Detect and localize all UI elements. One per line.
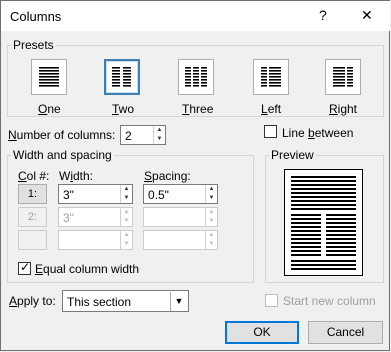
ok-button[interactable]: OK [225, 321, 299, 344]
right-column-icon [333, 67, 353, 87]
preset-three[interactable] [178, 59, 214, 95]
preset-right[interactable] [325, 59, 361, 95]
preset-left[interactable] [253, 59, 289, 95]
help-icon[interactable]: ? [319, 7, 327, 23]
cancel-button[interactable]: Cancel [308, 321, 383, 344]
spin-up-icon[interactable]: ▲ [154, 126, 165, 135]
number-of-columns-stepper[interactable]: 2 ▲ ▼ [120, 125, 166, 145]
preset-three-label: Three [182, 102, 214, 116]
preset-right-label: Right [329, 102, 358, 116]
col-2-width-value: 3" [63, 211, 74, 225]
equal-column-width-checkbox[interactable]: ✓ [18, 260, 31, 275]
apply-to-select[interactable]: This section ▼ [62, 290, 189, 312]
presets-label: Presets [11, 38, 56, 52]
spacing-header: Spacing: [144, 169, 191, 183]
col-3-button [18, 230, 47, 250]
col-1-spacing-spinner[interactable]: ▲ ▼ [205, 185, 217, 203]
col-1-spacing-input[interactable]: 0.5" ▲ ▼ [143, 184, 218, 204]
dialog-title: Columns [10, 9, 62, 24]
checkmark-icon: ✓ [20, 260, 31, 274]
col-3-width-input: ▲ ▼ [58, 230, 133, 250]
col-header: Col #: [18, 169, 50, 183]
preset-two[interactable] [104, 59, 140, 95]
title-bar: Columns ? ✕ [1, 1, 390, 31]
columns-dialog: Columns ? ✕ Presets One Two Three Left R… [0, 0, 390, 351]
apply-to-value: This section [67, 295, 132, 309]
number-of-columns-label: Number of columns: [8, 128, 116, 142]
chevron-down-icon[interactable]: ▼ [170, 292, 187, 311]
col-3-spacing-input: ▲ ▼ [143, 230, 218, 250]
preset-one[interactable] [31, 59, 67, 95]
line-between-label: Line between [282, 126, 354, 140]
preview-label: Preview [269, 148, 316, 162]
start-new-column-checkbox [265, 294, 278, 307]
preview-page [284, 169, 363, 276]
number-of-columns-spinner[interactable]: ▲ ▼ [153, 126, 165, 144]
col-2-spacing-input: ▲ ▼ [143, 207, 218, 227]
col-1-width-value: 3" [63, 188, 74, 202]
apply-to-label: Apply to: [9, 294, 56, 308]
close-icon[interactable]: ✕ [361, 7, 373, 24]
equal-column-width-label: Equal column width [35, 262, 140, 276]
start-new-column-label: Start new column [283, 294, 376, 308]
preset-two-label: Two [112, 102, 135, 116]
col-1-button[interactable]: 1: [18, 184, 47, 204]
col-1-width-input[interactable]: 3" ▲ ▼ [58, 184, 133, 204]
col-2-width-input: 3" ▲ ▼ [58, 207, 133, 227]
preset-left-label: Left [261, 102, 282, 116]
width-header: Width: [59, 169, 94, 183]
preset-one-label: One [38, 102, 61, 116]
left-column-icon [261, 67, 281, 87]
one-column-icon [39, 67, 59, 87]
two-column-icon [112, 67, 131, 87]
spin-down-icon[interactable]: ▼ [154, 135, 165, 144]
line-between-checkbox[interactable] [264, 125, 277, 138]
number-of-columns-value: 2 [125, 129, 132, 143]
col-1-spacing-value: 0.5" [148, 188, 169, 202]
width-spacing-label: Width and spacing [11, 148, 114, 162]
preview-page-image [291, 176, 356, 270]
three-column-icon [185, 67, 207, 87]
col-1-width-spinner[interactable]: ▲ ▼ [120, 185, 132, 203]
col-2-button: 2: [18, 207, 47, 227]
